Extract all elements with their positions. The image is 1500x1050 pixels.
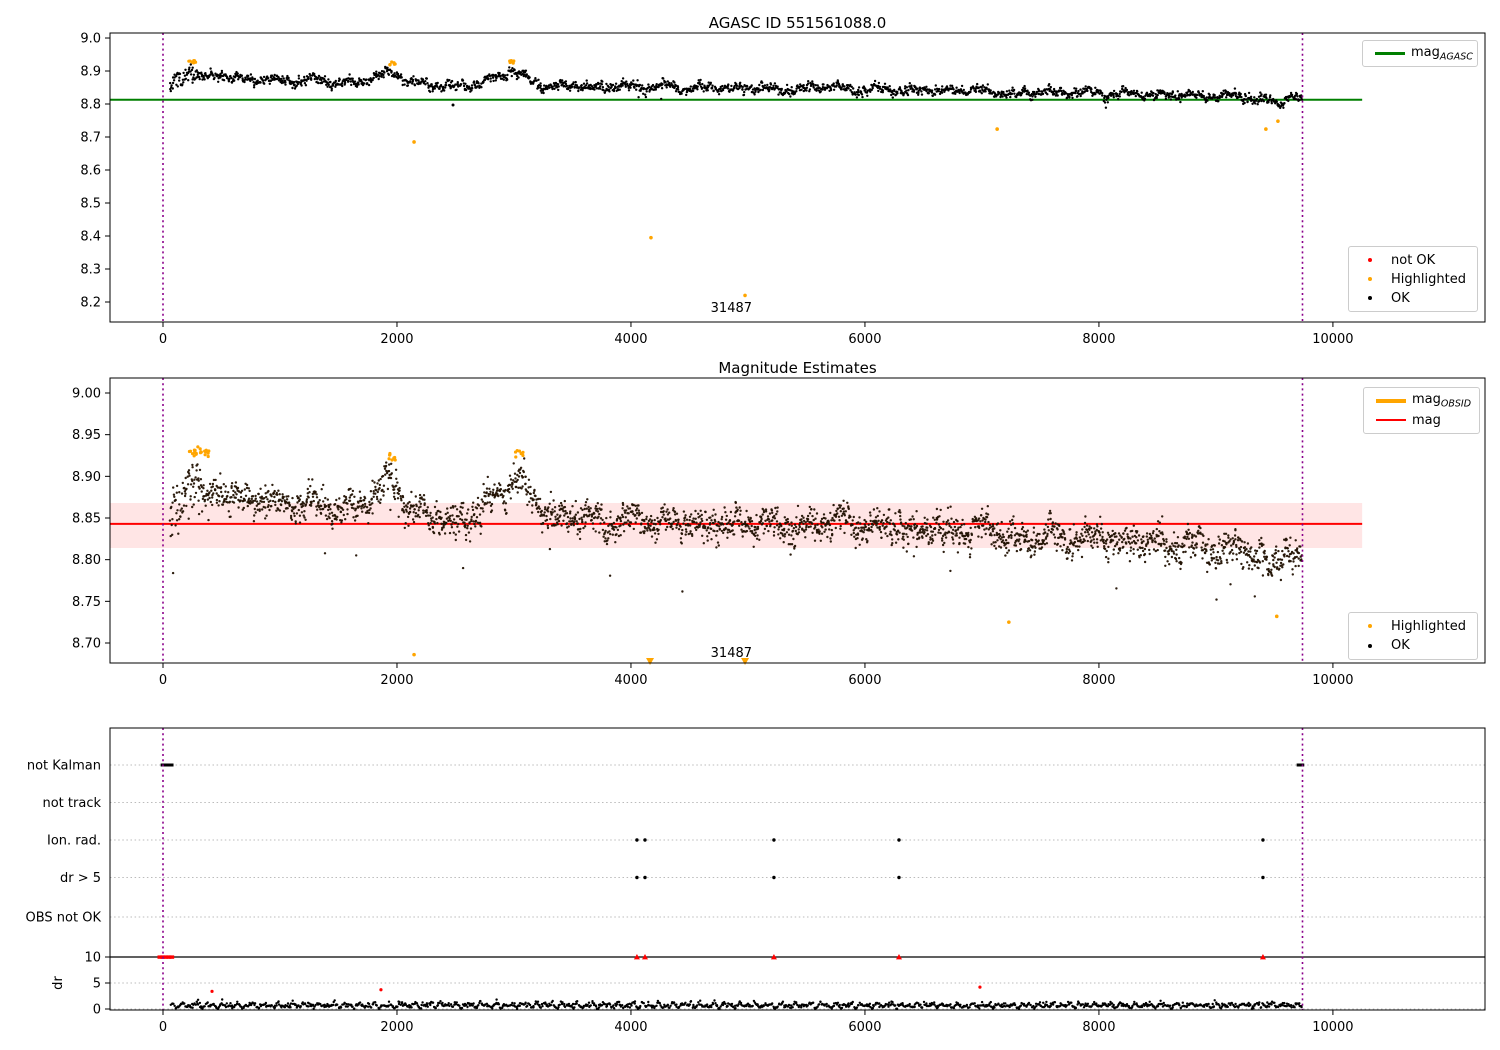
y-tick-label: 8.3 <box>80 263 101 278</box>
legend-label: magAGASC <box>1411 44 1473 63</box>
dr-tick-label: 5 <box>93 977 101 992</box>
plot2-title: Magnitude Estimates <box>718 359 877 377</box>
legend-entry-not-ok: not OK <box>1355 251 1471 269</box>
orange-dot-icon <box>1368 277 1372 281</box>
figure-root: 31487 0 2000 4000 6000 8000 10000 9.0 8.9 8.8 8.7 8… <box>0 0 1500 1050</box>
plot1-frame <box>105 32 1486 327</box>
flag-row-label: not Kalman <box>27 759 101 774</box>
legend-entry-ok: OK <box>1355 637 1471 656</box>
y-tick-label: 8.75 <box>72 595 101 610</box>
x-tick-label: 6000 <box>848 673 881 688</box>
x-tick-label: 10000 <box>1312 332 1353 347</box>
orange-line-swatch <box>1376 399 1406 403</box>
ok-scatter <box>169 63 1304 110</box>
legend-entry-mag: mag <box>1370 411 1473 429</box>
dr-tick-label: 0 <box>93 1003 101 1018</box>
x-tick-label: 10000 <box>1312 673 1353 688</box>
green-line-swatch <box>1375 52 1405 55</box>
x-tick-label: 4000 <box>614 332 647 347</box>
legend-mag-agasc: magAGASC <box>1362 40 1478 67</box>
flag-row-label: not track <box>42 796 101 811</box>
y-tick-label: 8.5 <box>80 197 101 212</box>
dr-red-outliers <box>210 985 982 993</box>
annotation-31487: 31487 <box>711 646 752 661</box>
x-tick-label: 8000 <box>1082 673 1115 688</box>
y-tick-label: 9.0 <box>80 32 101 47</box>
x-tick-label: 10000 <box>1312 1020 1353 1035</box>
y-tick-label: 8.95 <box>72 428 101 443</box>
x-tick-label: 0 <box>159 673 167 688</box>
legend-entry-mag-agasc: magAGASC <box>1369 44 1473 63</box>
obsid-range-vlines <box>162 728 1304 1010</box>
x-tick-label: 2000 <box>380 332 413 347</box>
y-tick-label: 8.2 <box>80 296 101 311</box>
x-tick-label: 4000 <box>614 673 647 688</box>
legend-mag-lines: magOBSID mag <box>1363 387 1480 434</box>
black-dot-icon <box>1368 296 1372 300</box>
legend-mid-markers: Highlighted OK <box>1348 612 1478 660</box>
x-tick-label: 6000 <box>848 1020 881 1035</box>
legend-entry-highlighted: Highlighted <box>1355 617 1471 636</box>
legend-entry-ok: OK <box>1355 289 1471 307</box>
x-tick-label: 8000 <box>1082 1020 1115 1035</box>
flag-dots <box>635 838 1265 880</box>
plot3-frame <box>109 727 1486 1015</box>
legend-entry-mag-obsid: magOBSID <box>1370 392 1473 410</box>
x-tick-label: 6000 <box>848 332 881 347</box>
legend-entry-highlighted: Highlighted <box>1355 270 1471 288</box>
x-tick-label: 0 <box>159 332 167 347</box>
x-tick-label: 2000 <box>380 1020 413 1035</box>
x-tick-label: 2000 <box>380 673 413 688</box>
y-tick-label: 8.4 <box>80 230 101 245</box>
y-tick-label: 9.00 <box>72 387 101 402</box>
dr-axis-label: dr <box>51 976 66 990</box>
black-dot-icon <box>1368 643 1372 648</box>
plot1-title: AGASC ID 551561088.0 <box>708 14 887 32</box>
x-tick-label: 0 <box>159 1020 167 1035</box>
flag-row-label: dr > 5 <box>60 871 101 886</box>
plots-canvas: 314870 2000 4000 6000 8000 100009.08.98.88.78… <box>26 32 1486 1035</box>
y-tick-label: 8.80 <box>72 553 101 568</box>
x-tick-label: 8000 <box>1082 332 1115 347</box>
y-tick-label: 8.70 <box>72 637 101 652</box>
dr-scatter <box>169 998 1303 1010</box>
legend-top-markers: not OK Highlighted OK <box>1348 246 1478 312</box>
orange-dot-icon <box>1368 624 1372 629</box>
highlighted-clusters <box>187 445 525 462</box>
highlighted-clusters <box>187 59 516 67</box>
highlighted-scatter <box>412 119 1280 298</box>
ok-outliers <box>451 103 455 107</box>
annotation-31487: 31487 <box>711 301 752 316</box>
red-line-swatch <box>1376 418 1406 422</box>
flag-row-label: OBS not OK <box>26 911 102 926</box>
y-tick-label: 8.85 <box>72 512 101 527</box>
y-tick-label: 8.9 <box>80 65 101 80</box>
y-tick-label: 8.8 <box>80 98 101 113</box>
y-tick-label: 8.90 <box>72 470 101 485</box>
flag-row-label: Ion. rad. <box>47 834 101 849</box>
y-tick-label: 8.6 <box>80 164 101 179</box>
obsid-range-vlines <box>162 33 1304 322</box>
highlighted-scatter <box>412 614 1279 657</box>
y-tick-label: 8.7 <box>80 131 101 146</box>
x-tick-label: 4000 <box>614 1020 647 1035</box>
red-dot-icon <box>1368 258 1372 262</box>
dr-tick-label: 10 <box>84 951 101 966</box>
flag-gridlines <box>110 764 1485 1010</box>
